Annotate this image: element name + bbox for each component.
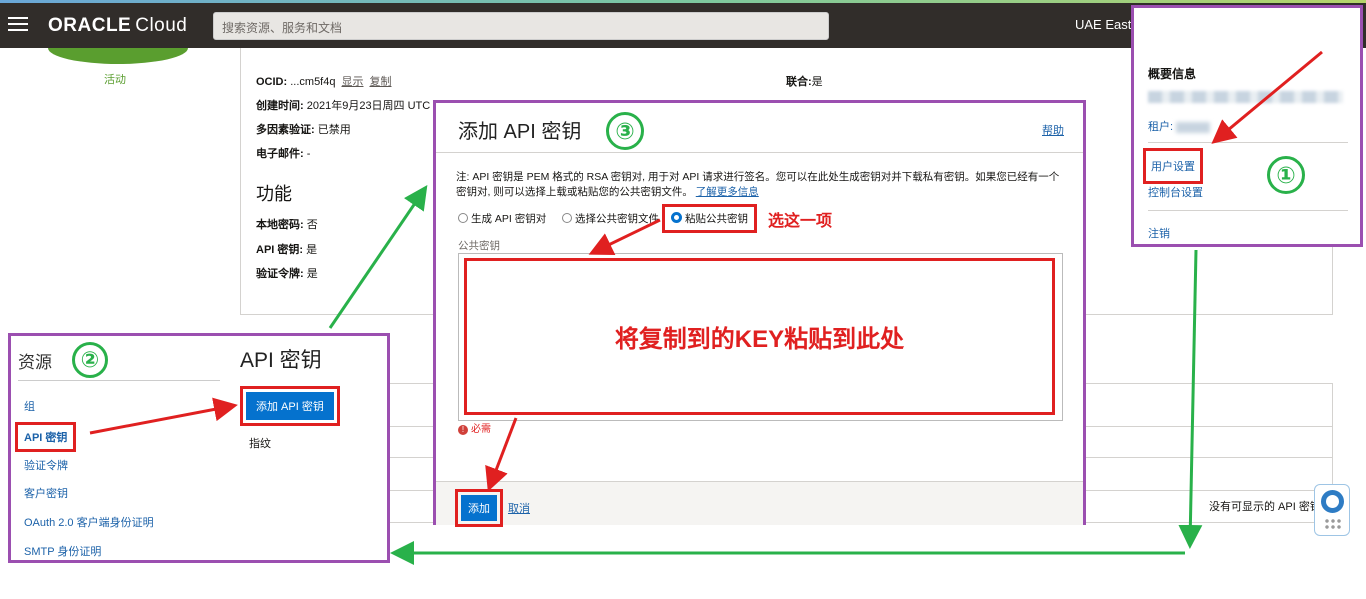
divider [1148, 142, 1348, 143]
step-1-marker: ① [1267, 156, 1305, 194]
required-message: ! 必需 [458, 420, 491, 435]
divider [436, 152, 1083, 153]
empty-table-text: 没有可显示的 API 密钥 [1209, 501, 1321, 513]
features-heading: 功能 [256, 184, 292, 204]
annotation-paste-here: 将复制到的KEY粘贴到此处 [464, 258, 1055, 415]
divider [1148, 210, 1348, 211]
console-settings-link[interactable]: 控制台设置 [1148, 184, 1203, 200]
radio-icon [458, 213, 468, 223]
radio-paste-public-key[interactable]: 粘贴公共密钥 [662, 204, 757, 233]
profile-title: 概要信息 [1148, 67, 1197, 81]
api-key-row: API 密钥: 是 [256, 244, 318, 256]
user-status-avatar [48, 48, 188, 64]
hamburger-menu-icon[interactable] [8, 17, 28, 33]
mfa-row: 多因素验证: 已禁用 [256, 124, 351, 136]
add-api-key-button[interactable]: 添加 API 密钥 [240, 386, 340, 426]
dialog-note: 注: API 密钥是 PEM 格式的 RSA 密钥对, 用于对 API 请求进行… [456, 171, 1060, 198]
resource-item-oauth-credentials[interactable]: OAuth 2.0 客户端身份证明 [24, 514, 154, 530]
radio-selected-icon [671, 212, 682, 223]
dialog-title: 添加 API 密钥 [458, 121, 582, 143]
error-icon: ! [458, 425, 468, 435]
api-keys-heading: API 密钥 [240, 349, 322, 372]
radio-choose-public-key-file[interactable]: 选择公共密钥文件 [562, 211, 659, 226]
resources-panel-callout: 资源 组 API 密钥 验证令牌 客户密钥 OAuth 2.0 客户端身份证明 … [8, 333, 390, 563]
redacted-username [1148, 91, 1343, 103]
add-api-key-dialog: 添加 API 密钥 帮助 注: API 密钥是 PEM 格式的 RSA 密钥对,… [433, 100, 1086, 527]
dialog-footer [436, 482, 1083, 525]
resource-item-auth-tokens[interactable]: 验证令牌 [24, 457, 68, 473]
resource-item-groups[interactable]: 组 [24, 398, 35, 414]
sign-out-link[interactable]: 注销 [1148, 225, 1170, 241]
federated-row: 联合:是 [786, 76, 823, 88]
email-row: 电子邮件: - [256, 148, 311, 160]
local-password-row: 本地密码: 否 [256, 219, 318, 231]
ocid-show-link[interactable]: 显示 [341, 76, 363, 88]
help-lifebuoy-icon[interactable] [1314, 484, 1350, 536]
radio-generate-key-pair[interactable]: 生成 API 密钥对 [458, 211, 546, 226]
ocid-copy-link[interactable]: 复制 [369, 76, 391, 88]
resources-heading: 资源 [18, 353, 52, 372]
annotation-choose-one: 选这一项 [768, 213, 833, 230]
help-link[interactable]: 帮助 [1042, 122, 1064, 138]
dialog-add-button[interactable]: 添加 [455, 489, 503, 527]
public-key-label: 公共密钥 [458, 240, 500, 252]
learn-more-link[interactable]: 了解更多信息 [696, 186, 759, 198]
step-3-marker: ③ [606, 112, 644, 150]
user-settings-link[interactable]: 用户设置 [1143, 148, 1203, 184]
user-menu-dropdown: 概要信息 租户: 用户设置 控制台设置 注销 [1131, 5, 1363, 247]
divider [18, 380, 220, 381]
status-text: 活动 [104, 74, 126, 86]
auth-token-row: 验证令牌: 是 [256, 268, 318, 280]
resource-item-customer-secret-keys[interactable]: 客户密钥 [24, 485, 68, 501]
ocid-row: OCID: ...cm5f4q 显示 复制 [256, 76, 392, 88]
resource-item-api-keys[interactable]: API 密钥 [15, 422, 77, 452]
dialog-cancel-link[interactable]: 取消 [508, 500, 530, 516]
tenant-link[interactable]: 租户: [1148, 118, 1211, 134]
fingerprint-column-header: 指纹 [249, 438, 271, 450]
radio-icon [562, 213, 572, 223]
search-input[interactable]: 搜索资源、服务和文档 [213, 12, 829, 40]
step-2-marker: ② [72, 342, 108, 378]
resource-item-smtp-credentials[interactable]: SMTP 身份证明 [24, 543, 101, 559]
oracle-cloud-logo[interactable]: ORACLE Cloud [48, 15, 187, 37]
